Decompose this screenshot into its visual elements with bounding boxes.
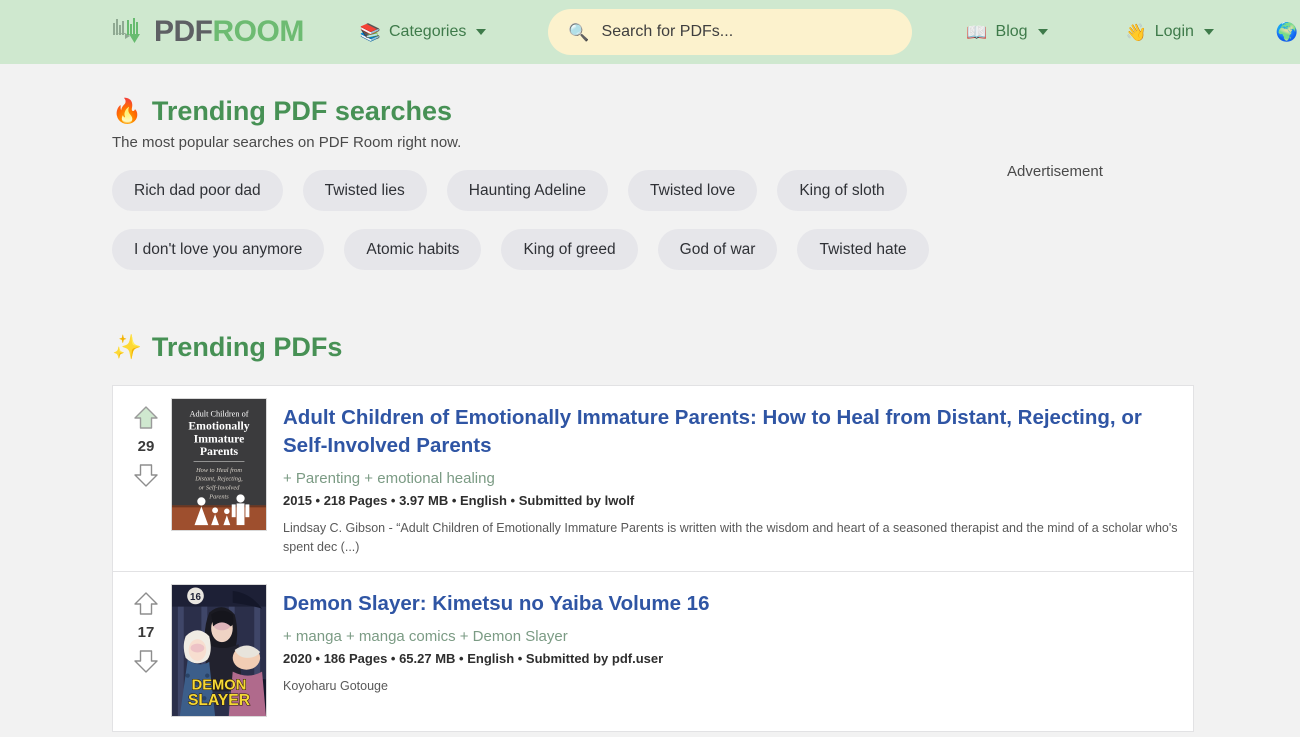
nav-login[interactable]: 👋 Login — [1126, 23, 1214, 41]
advertisement-label: Advertisement — [1007, 163, 1103, 180]
trending-search-chips: Rich dad poor dad Twisted lies Haunting … — [112, 170, 972, 270]
pdf-list-item: 29 Adult Children of Emotionally Immatur… — [112, 385, 1194, 573]
nav-login-label: Login — [1154, 23, 1194, 40]
nav-categories[interactable]: 📚 Categories — [360, 23, 487, 41]
svg-text:SLAYER: SLAYER — [188, 692, 251, 709]
svg-text:Parents: Parents — [208, 493, 229, 500]
book-cover-demon-slayer: 16 DEMON SLAYER — [172, 585, 266, 717]
vote-count: 17 — [137, 624, 155, 642]
chevron-down-icon — [1037, 29, 1048, 35]
trending-pdfs-list: 29 Adult Children of Emotionally Immatur… — [112, 385, 1194, 733]
pdf-cover-thumbnail[interactable]: 16 DEMON SLAYER — [171, 584, 267, 718]
books-icon: 📚 — [359, 22, 381, 42]
pdf-metadata: 2015 • 218 Pages • 3.97 MB • English • S… — [283, 492, 635, 508]
fire-icon: 🔥 — [112, 97, 142, 125]
svg-text:Parents: Parents — [200, 445, 239, 458]
svg-text:DEMON: DEMON — [192, 678, 247, 694]
pdf-list-item: 17 16 DEMON SLAYER Demon Slayer: Kimetsu… — [112, 572, 1194, 733]
pdf-info: Demon Slayer: Kimetsu no Yaiba Volume 16… — [283, 584, 1179, 717]
logo-text-room: ROOM — [212, 15, 305, 48]
pdf-title-link[interactable]: Adult Children of Emotionally Immature P… — [283, 404, 1179, 461]
pdf-metadata: 2020 • 186 Pages • 65.27 MB • English • … — [283, 650, 664, 666]
page-content: Advertisement 🔥 Trending PDF searches Th… — [0, 64, 1300, 733]
trending-chip[interactable]: Twisted love — [628, 170, 758, 211]
vote-column: 29 — [123, 398, 169, 557]
svg-text:16: 16 — [190, 592, 201, 603]
open-book-icon: 📖 — [966, 22, 988, 42]
chevron-down-icon — [476, 29, 487, 35]
trending-chip[interactable]: Twisted lies — [302, 170, 427, 211]
svg-text:How to Heal from: How to Heal from — [195, 467, 242, 474]
downvote-icon[interactable] — [132, 647, 160, 675]
search-input[interactable]: 🔍 Search for PDFs... — [548, 9, 913, 55]
pdf-description: Lindsay C. Gibson - “Adult Children of E… — [283, 520, 1178, 554]
trending-chip[interactable]: I don't love you anymore — [112, 229, 325, 270]
chevron-down-icon — [1203, 29, 1214, 35]
vote-column: 17 — [123, 584, 169, 717]
svg-text:Adult Children of: Adult Children of — [189, 410, 248, 419]
pdf-description: Koyoharu Gotouge — [283, 678, 388, 693]
pdf-title-link[interactable]: Demon Slayer: Kimetsu no Yaiba Volume 16 — [283, 590, 1179, 618]
logo-text-pdf: PDF — [154, 15, 213, 48]
svg-text:Distant, Rejecting,: Distant, Rejecting, — [194, 476, 243, 483]
trending-chip[interactable]: Atomic habits — [344, 229, 482, 270]
book-cover-adult-children: Adult Children of Emotionally Immature P… — [172, 399, 266, 530]
trending-searches-heading: 🔥 Trending PDF searches — [112, 64, 1300, 127]
pdf-category-tags[interactable]: + Parenting + emotional healing — [283, 470, 1179, 487]
waving-hand-icon: 👋 — [1125, 22, 1147, 42]
nav-blog[interactable]: 📖 Blog — [966, 22, 1048, 42]
trending-pdfs-title: Trending PDFs — [151, 332, 343, 362]
sparkles-icon: ✨ — [112, 333, 142, 361]
pdf-cover-thumbnail[interactable]: Adult Children of Emotionally Immature P… — [171, 398, 267, 531]
svg-text:Immature: Immature — [194, 432, 245, 445]
trending-chip[interactable]: King of greed — [501, 229, 638, 270]
globe-icon: 🌍 — [1275, 21, 1299, 42]
trending-chip[interactable]: God of war — [657, 229, 778, 270]
upvote-icon[interactable] — [132, 404, 160, 432]
download-arrow-barcode-icon — [113, 18, 140, 43]
trending-pdfs-heading: ✨ Trending PDFs — [112, 332, 1300, 363]
trending-searches-subtitle: The most popular searches on PDF Room ri… — [112, 134, 462, 151]
trending-chip[interactable]: Twisted hate — [797, 229, 929, 270]
svg-text:or Self-Involved: or Self-Involved — [199, 485, 241, 492]
vote-count: 29 — [137, 438, 155, 455]
trending-chip[interactable]: Rich dad poor dad — [112, 170, 283, 211]
nav-categories-label: Categories — [389, 23, 467, 40]
svg-text:Emotionally: Emotionally — [188, 420, 249, 433]
magnifying-glass-icon: 🔍 — [568, 22, 590, 42]
pdf-category-tags[interactable]: + manga + manga comics + Demon Slayer — [283, 628, 1179, 645]
trending-chip[interactable]: King of sloth — [777, 170, 907, 211]
site-logo[interactable]: PDFROOM — [112, 17, 304, 47]
site-header: PDFROOM 📚 Categories 🔍 Search for PDFs..… — [0, 0, 1300, 64]
nav-blog-label: Blog — [995, 23, 1028, 40]
trending-chip[interactable]: Haunting Adeline — [446, 170, 609, 211]
upvote-icon[interactable] — [132, 590, 160, 618]
page-title: Trending PDF searches — [151, 96, 452, 126]
language-selector[interactable]: 🌍 — [1276, 22, 1298, 43]
search-placeholder: Search for PDFs... — [601, 23, 734, 40]
downvote-icon[interactable] — [132, 461, 160, 489]
pdf-info: Adult Children of Emotionally Immature P… — [283, 398, 1179, 557]
